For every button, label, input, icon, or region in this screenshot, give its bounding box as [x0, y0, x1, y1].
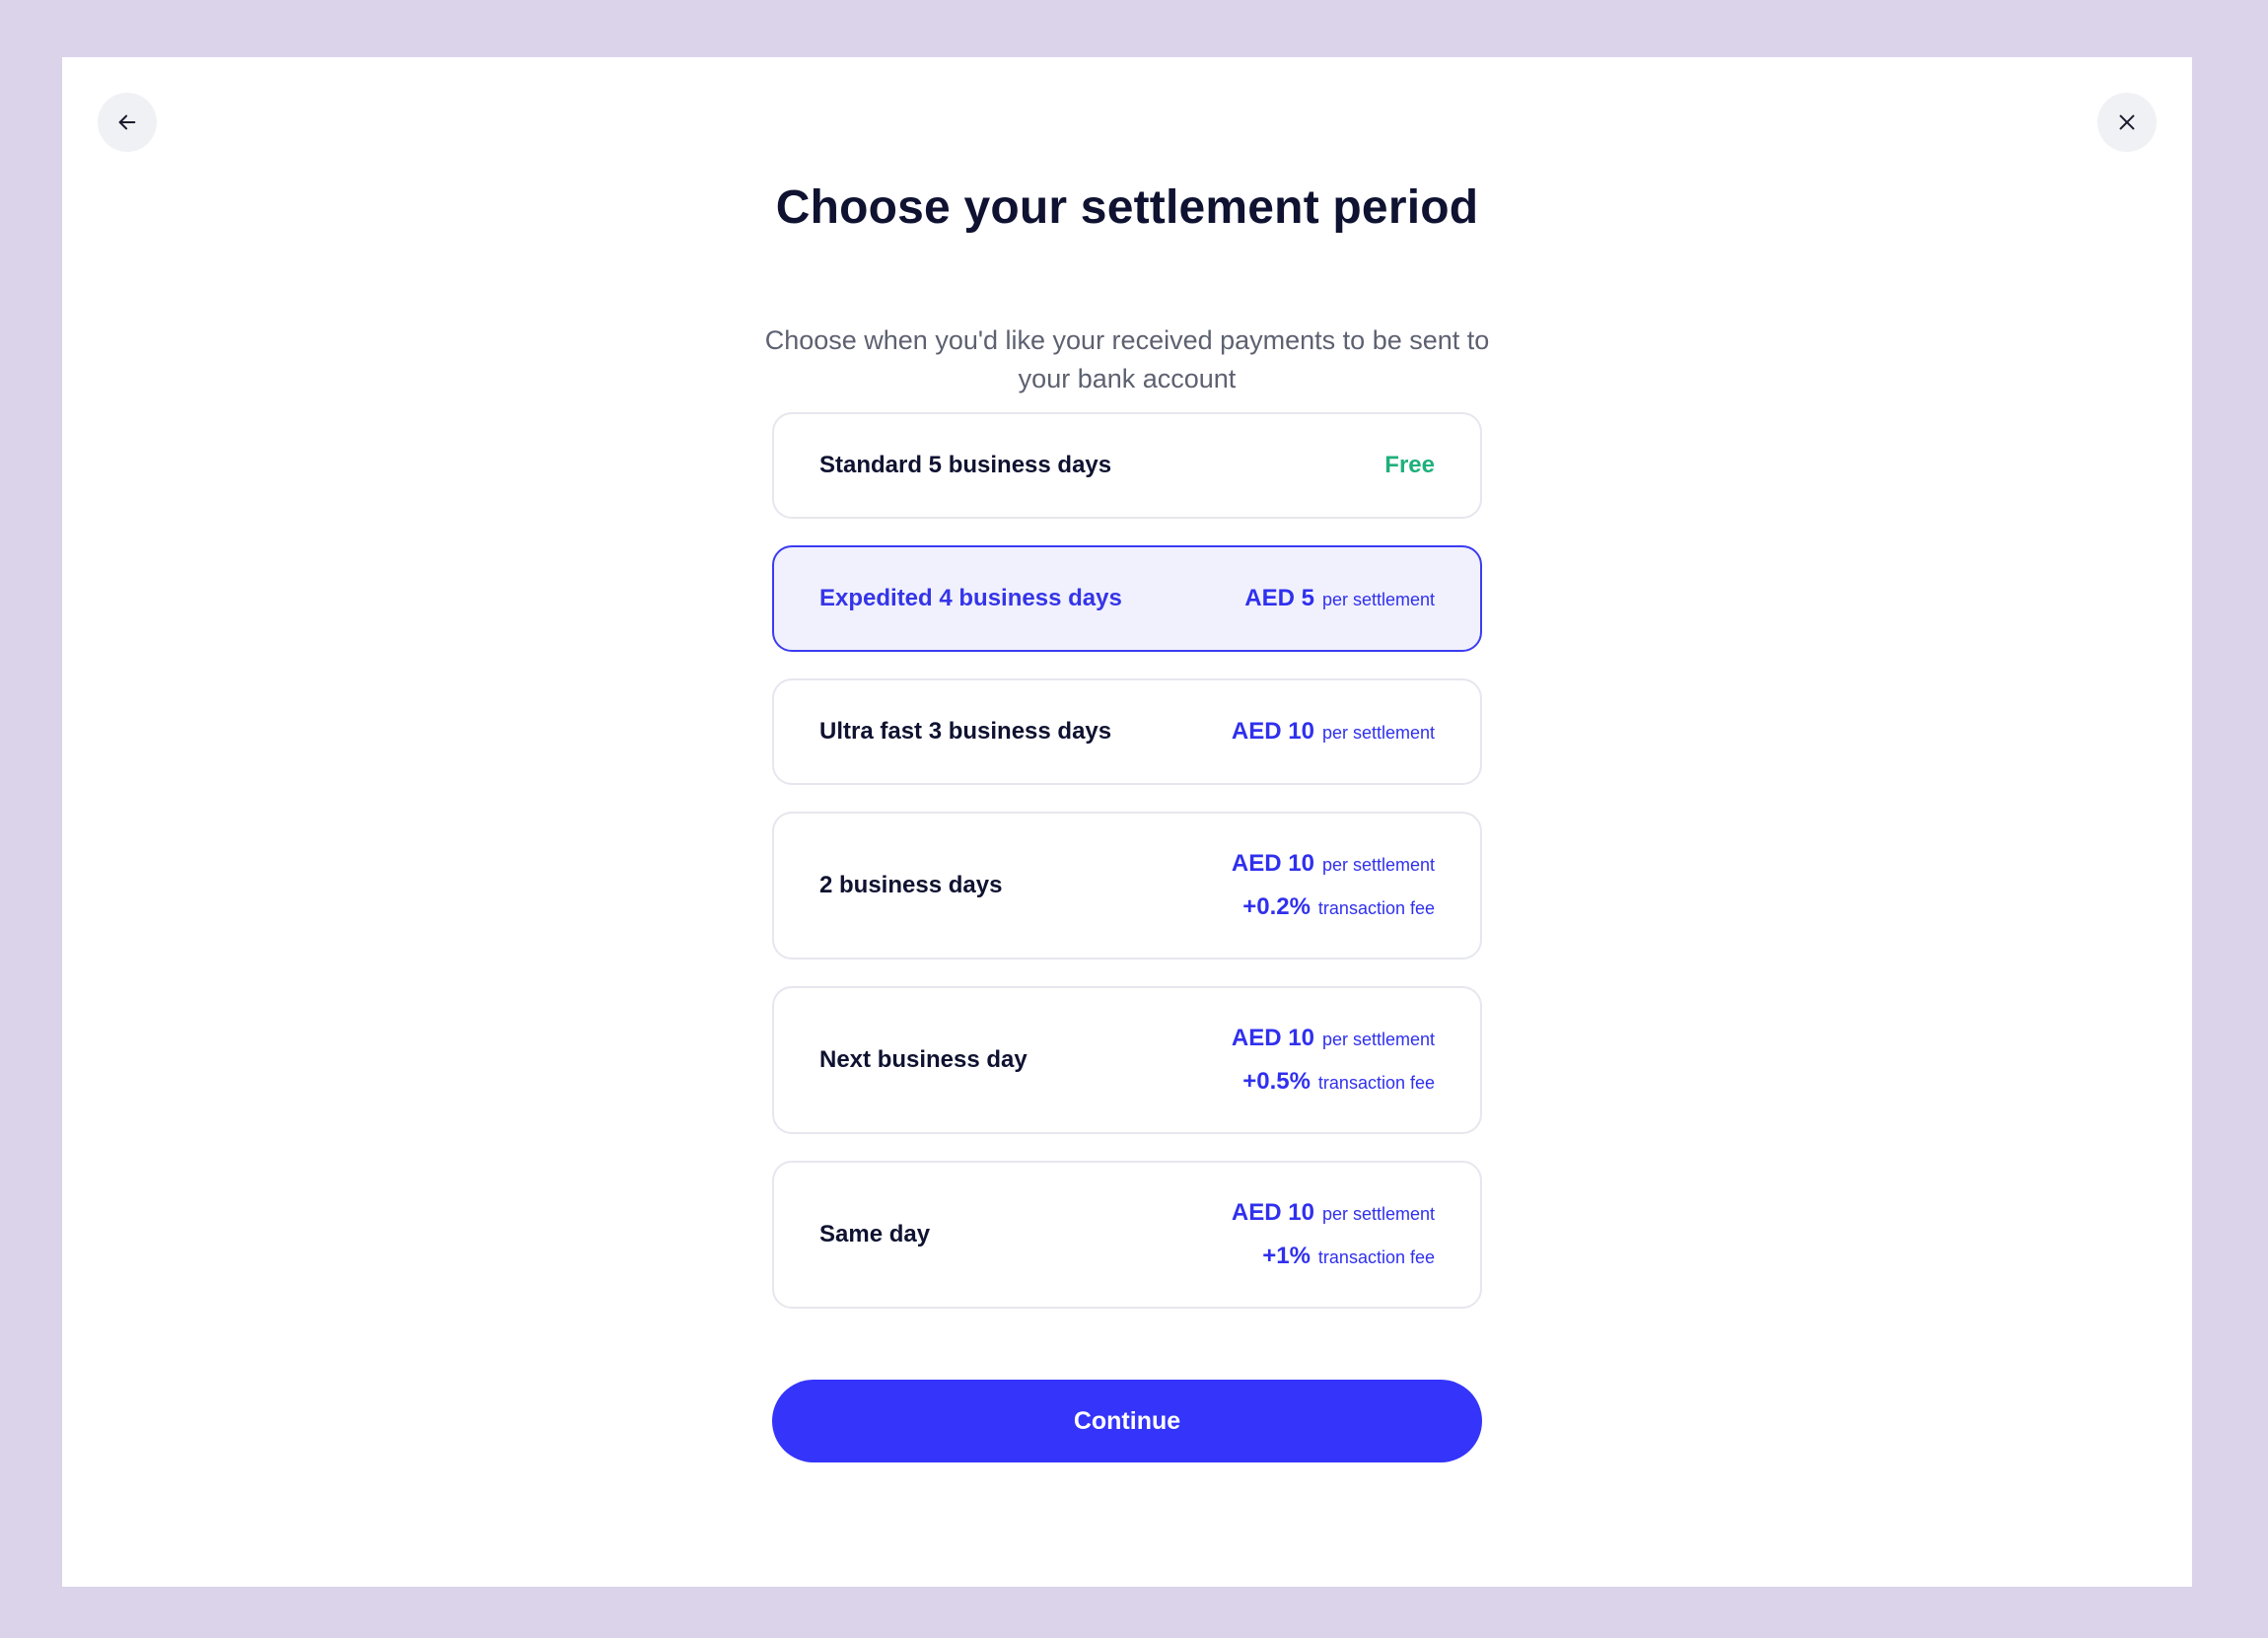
option-price: AED 10 per settlement +1% transaction fe…: [1232, 1199, 1435, 1270]
fee-unit: transaction fee: [1317, 1247, 1435, 1267]
option-name: Same day: [819, 1221, 931, 1247]
arrow-left-icon: [118, 114, 136, 130]
free-label: Free: [1384, 452, 1435, 478]
settlement-options: Standard 5 business days Free Expedited …: [772, 412, 1482, 1335]
back-button[interactable]: [98, 93, 157, 152]
price-unit: per settlement: [1321, 855, 1435, 875]
option-name: Next business day: [819, 1046, 1028, 1073]
option-name: Standard 5 business days: [819, 452, 1112, 478]
settlement-modal: Choose your settlement period Choose whe…: [62, 57, 2192, 1587]
price-unit: per settlement: [1321, 1030, 1435, 1049]
option-same-day[interactable]: Same day AED 10 per settlement +1% trans…: [772, 1161, 1482, 1309]
fee-amount: +0.5%: [1242, 1068, 1311, 1095]
price-amount: AED 10: [1231, 1199, 1314, 1226]
option-standard[interactable]: Standard 5 business days Free: [772, 412, 1482, 519]
price-unit: per settlement: [1321, 1204, 1435, 1224]
price-unit: per settlement: [1321, 723, 1435, 743]
option-name: 2 business days: [819, 872, 1003, 898]
option-expedited[interactable]: Expedited 4 business days AED 5 per sett…: [772, 545, 1482, 652]
fee-amount: +1%: [1262, 1243, 1311, 1269]
option-name: Expedited 4 business days: [819, 585, 1122, 611]
close-button[interactable]: [2097, 93, 2157, 152]
option-price: Free: [1384, 452, 1435, 479]
continue-button[interactable]: Continue: [772, 1380, 1482, 1462]
option-2-days[interactable]: 2 business days AED 10 per settlement +0…: [772, 812, 1482, 960]
close-icon: [2119, 114, 2135, 130]
price-amount: AED 10: [1231, 718, 1314, 745]
option-ultra-fast[interactable]: Ultra fast 3 business days AED 10 per se…: [772, 678, 1482, 785]
price-amount: AED 10: [1231, 1025, 1314, 1051]
option-price: AED 10 per settlement: [1232, 718, 1435, 746]
fee-unit: transaction fee: [1317, 1073, 1435, 1093]
option-price: AED 5 per settlement: [1244, 585, 1435, 612]
price-unit: per settlement: [1321, 590, 1435, 609]
option-price: AED 10 per settlement +0.5% transaction …: [1232, 1025, 1435, 1096]
page-subtitle: Choose when you'd like your received pay…: [764, 325, 1490, 393]
price-amount: AED 5: [1244, 585, 1314, 611]
fee-amount: +0.2%: [1242, 893, 1311, 920]
price-amount: AED 10: [1231, 850, 1314, 877]
option-name: Ultra fast 3 business days: [819, 718, 1112, 745]
fee-unit: transaction fee: [1317, 898, 1435, 918]
page-title: Choose your settlement period: [775, 181, 1479, 234]
option-next-day[interactable]: Next business day AED 10 per settlement …: [772, 986, 1482, 1134]
option-price: AED 10 per settlement +0.2% transaction …: [1232, 850, 1435, 921]
